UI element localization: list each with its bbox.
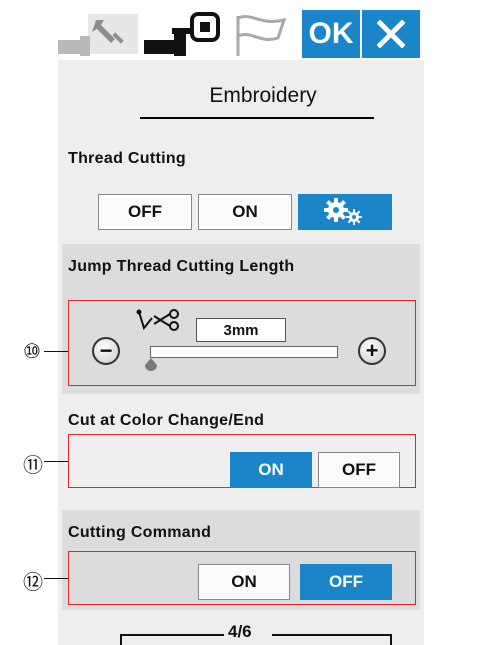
thread-cutting-off-label: OFF [128,202,162,221]
tab-embroidery[interactable] [144,10,224,58]
pager-left-line [120,634,224,636]
callout-10: ⑩ [23,339,41,363]
callout-12: ⑫ [23,570,43,594]
page-indicator: 4/6 [228,622,252,641]
jump-thread-slider[interactable] [150,346,338,358]
cut-color-change-off-label: OFF [342,460,376,479]
tab-bar: OK [58,0,424,60]
cut-color-change-on-label: ON [258,460,284,479]
callout-10-line [44,351,68,352]
callout-12-line [44,578,68,579]
pager-right-line [272,634,392,636]
ok-label: OK [308,17,354,50]
thread-cutting-on-label: ON [232,202,258,221]
jump-thread-minus-button[interactable]: − [92,337,120,365]
jump-thread-label: Jump Thread Cutting Length [68,258,295,275]
cutting-command-label: Cutting Command [68,524,212,541]
jump-thread-plus-button[interactable]: + [358,337,386,365]
cut-color-change-on-button[interactable]: ON [230,452,312,488]
wrench-icon [58,14,138,56]
thread-cutting-off-button[interactable]: OFF [98,194,192,230]
flag-icon [236,15,287,56]
minus-label: − [99,338,113,363]
close-button[interactable] [362,10,420,58]
cutting-command-off-button[interactable]: OFF [300,564,392,600]
cutting-command-on-label: ON [231,572,257,591]
callout-11-line [44,461,68,462]
plus-label: + [365,338,379,363]
callout-11: ⑪ [23,453,43,477]
gears-icon [324,198,362,225]
cutting-command-on-button[interactable]: ON [198,564,290,600]
ok-button[interactable]: OK [302,10,360,58]
jump-thread-value: 3mm [196,318,286,342]
page-title: Embroidery [209,84,317,107]
tab-flag[interactable] [224,10,298,58]
thread-cutting-on-button[interactable]: ON [198,194,292,230]
tab-tools[interactable] [58,10,144,58]
embroidery-hoop-icon [144,12,220,56]
jump-thread-scissors-icon [136,309,179,331]
thread-cutting-label: Thread Cutting [68,150,186,167]
cut-color-change-label: Cut at Color Change/End [68,412,265,429]
title-underline [140,117,374,119]
close-icon [377,20,405,48]
cutting-command-off-label: OFF [329,572,363,591]
cut-color-change-off-button[interactable]: OFF [318,452,400,488]
settings-screen: OK Embroidery Thread Cutting OFF ON Jump… [58,0,424,645]
pager-right-tick [390,634,392,645]
thread-cutting-settings-button[interactable] [298,194,392,230]
slider-thumb-icon[interactable] [145,358,157,372]
